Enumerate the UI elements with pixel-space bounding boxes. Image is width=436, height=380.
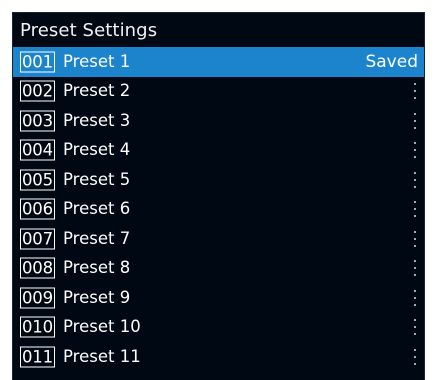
kebab-menu-icon[interactable]: [412, 83, 418, 100]
kebab-menu-icon[interactable]: [412, 112, 418, 129]
preset-name: Preset 5: [63, 169, 131, 189]
preset-row[interactable]: 005 Preset 5: [13, 165, 424, 195]
preset-name: Preset 4: [63, 140, 131, 160]
preset-row[interactable]: 002 Preset 2: [13, 77, 424, 107]
preset-number: 005: [20, 169, 55, 191]
preset-number: 006: [20, 198, 55, 220]
preset-name: Preset 7: [63, 228, 131, 248]
preset-number: 002: [20, 80, 55, 102]
preset-row[interactable]: 011 Preset 11: [13, 342, 424, 372]
preset-name: Preset 3: [63, 110, 131, 130]
screen: Preset Settings 001 Preset 1 Saved 002 Prese…: [0, 0, 436, 380]
preset-number: 009: [20, 287, 55, 309]
preset-settings-panel: Preset Settings 001 Preset 1 Saved 002 Prese…: [12, 12, 425, 380]
preset-row[interactable]: 010 Preset 10: [13, 313, 424, 343]
preset-row[interactable]: 009 Preset 9: [13, 283, 424, 313]
preset-row[interactable]: 007 Preset 7: [13, 224, 424, 254]
preset-row[interactable]: 008 Preset 8: [13, 254, 424, 284]
preset-name: Preset 1: [63, 51, 131, 71]
kebab-menu-icon[interactable]: [412, 142, 418, 159]
preset-number: 010: [20, 316, 55, 338]
kebab-menu-icon[interactable]: [412, 289, 418, 306]
kebab-menu-icon[interactable]: [412, 230, 418, 247]
preset-number: 008: [20, 257, 55, 279]
kebab-menu-icon[interactable]: [412, 201, 418, 218]
preset-name: Preset 9: [63, 287, 131, 307]
kebab-menu-icon[interactable]: [412, 260, 418, 277]
preset-number: 004: [20, 139, 55, 161]
preset-row[interactable]: 006 Preset 6: [13, 195, 424, 225]
panel-title: Preset Settings: [20, 20, 158, 41]
preset-number: 011: [20, 346, 55, 368]
preset-row[interactable]: 001 Preset 1 Saved: [13, 47, 424, 77]
preset-number: 007: [20, 228, 55, 250]
kebab-menu-icon[interactable]: [412, 319, 418, 336]
preset-name: Preset 2: [63, 81, 131, 101]
preset-name: Preset 6: [63, 199, 131, 219]
preset-number: 001: [20, 51, 55, 73]
kebab-menu-icon[interactable]: [412, 348, 418, 365]
preset-name: Preset 11: [63, 346, 141, 366]
preset-status: Saved: [365, 51, 418, 72]
preset-list: 001 Preset 1 Saved 002 Preset 2 003 Preset 3 00…: [13, 47, 424, 372]
preset-row[interactable]: 004 Preset 4: [13, 136, 424, 166]
preset-number: 003: [20, 110, 55, 132]
preset-name: Preset 8: [63, 258, 131, 278]
kebab-menu-icon[interactable]: [412, 171, 418, 188]
preset-name: Preset 10: [63, 317, 141, 337]
preset-row[interactable]: 003 Preset 3: [13, 106, 424, 136]
